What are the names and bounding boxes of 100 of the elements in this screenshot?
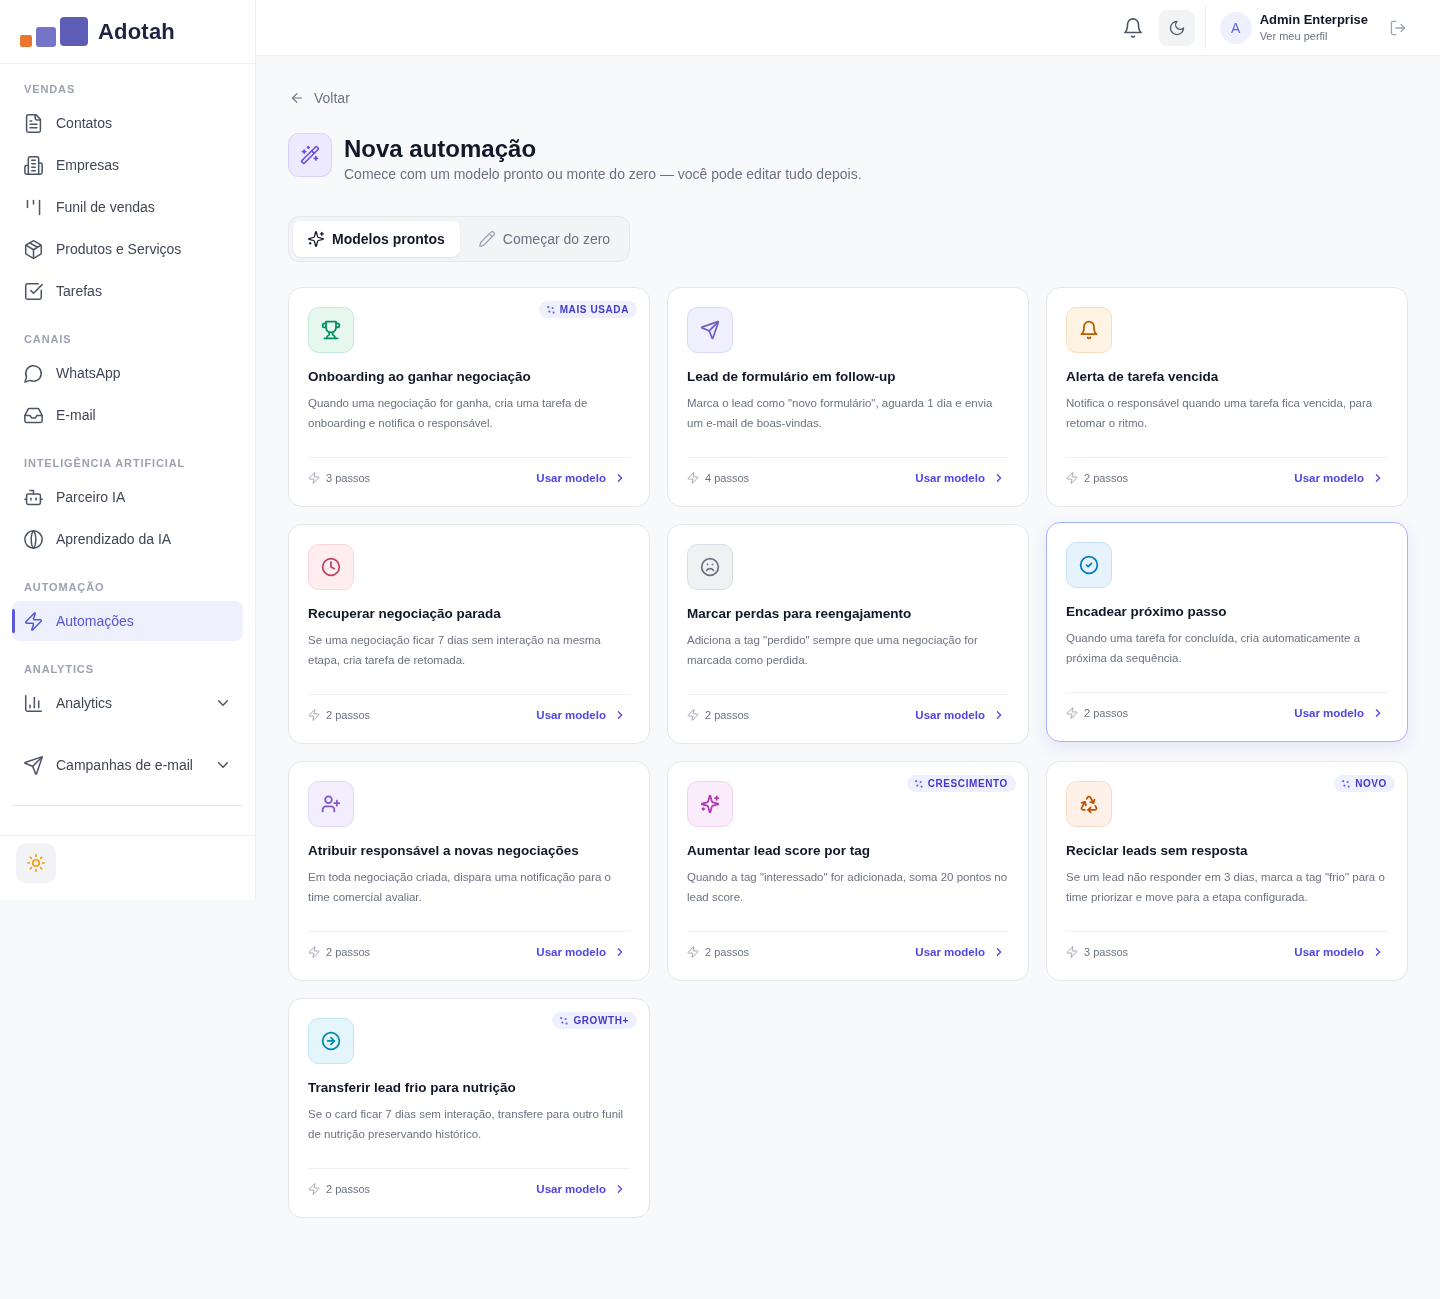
inbox-icon (24, 405, 43, 425)
nav-item[interactable]: Contatos (12, 103, 243, 143)
card-description: Marca o lead como "novo formulário", aguarda 1 dia e envia um e-mail de boas-vindas. (687, 396, 994, 431)
lightning-icon (308, 946, 320, 958)
lightning-icon (308, 1183, 320, 1195)
card-title: Encadear próximo passo (1066, 603, 1228, 621)
sparkles-icon (308, 231, 324, 247)
paper-plane-icon (24, 755, 43, 775)
page-subtitle: Comece com um modelo pronto ou monte do zero — você pode editar tudo depois. (344, 165, 862, 184)
badge-text: MAIS USADA (559, 304, 629, 315)
lightning-icon (1066, 946, 1078, 958)
card-description: Se um lead não responder em 3 dias, marca a tag "frio" para o time priorizar e move para a etapa configurada. (1066, 870, 1386, 905)
sparkle-icon (914, 779, 923, 788)
nav-item[interactable]: Tarefas (12, 271, 243, 311)
nav-item[interactable]: Analytics (12, 683, 243, 723)
building-icon (24, 155, 43, 175)
use-template-link[interactable]: Usar modelo (1294, 472, 1384, 484)
use-template-link[interactable]: Usar modelo (1294, 707, 1384, 719)
nav-item[interactable]: Automações (12, 601, 243, 641)
lightning-icon (24, 611, 43, 631)
card-description: Adiciona a tag "perdido" sempre que uma negociação for marcada como perdida. (687, 633, 979, 668)
bars-icon (24, 197, 43, 217)
step-count: 2 passos (705, 709, 750, 721)
section-heading: ANALYTICS (23, 662, 95, 677)
nav-item[interactable]: Parceiro IA (12, 477, 243, 517)
card-title: Transferir lead frio para nutrição (308, 1079, 517, 1097)
use-template-link[interactable]: Usar modelo (915, 946, 1005, 958)
card-title: Lead de formulário em follow-up (687, 368, 897, 386)
use-template-link[interactable]: Usar modelo (536, 472, 626, 484)
nav-item[interactable]: Aprendizado da IA (12, 519, 243, 559)
page-title: Nova automação (344, 134, 538, 164)
card-description: Quando uma negociação for ganha, cria uma tarefa de onboarding e notifica o responsável. (308, 396, 589, 431)
use-template-link[interactable]: Usar modelo (915, 472, 1005, 484)
robot-icon (24, 487, 43, 507)
card-description: Quando uma tarefa for concluída, cria automaticamente a próxima da sequência. (1066, 631, 1362, 666)
card-title: Recuperar negociação parada (308, 605, 502, 623)
step-count: 2 passos (326, 1183, 371, 1195)
nav-item[interactable]: Empresas (12, 145, 243, 185)
sparkle-icon (546, 305, 555, 314)
checkbox-icon (24, 281, 43, 301)
use-template-link[interactable]: Usar modelo (915, 709, 1005, 721)
user-name: Admin Enterprise (1259, 11, 1368, 28)
card-title: Alerta de tarefa vencida (1066, 368, 1220, 386)
tab[interactable]: Modelos prontos (293, 221, 460, 257)
dark-mode-button[interactable] (1158, 9, 1195, 46)
use-template-link[interactable]: Usar modelo (1294, 946, 1384, 958)
step-count: 2 passos (705, 946, 750, 958)
step-count: 4 passos (705, 472, 750, 484)
user-avatar[interactable]: A (1219, 11, 1252, 44)
use-template-link[interactable]: Usar modelo (536, 1183, 626, 1195)
card-title: Aumentar lead score por tag (687, 842, 872, 860)
step-count: 3 passos (1084, 946, 1129, 958)
back-link[interactable]: Voltar (288, 88, 350, 108)
lightning-icon (308, 709, 320, 721)
theme-toggle-button[interactable] (16, 843, 56, 883)
sparkle-icon (560, 1016, 569, 1025)
lightning-icon (687, 946, 699, 958)
lightning-icon (687, 472, 699, 484)
tab[interactable]: Começar do zero (463, 221, 626, 257)
package-icon (24, 239, 43, 259)
card-description: Se o card ficar 7 dias sem interação, transfere para outro funil de nutrição preservando histórico. (308, 1107, 625, 1142)
card-title: Reciclar leads sem resposta (1066, 842, 1249, 860)
bar-chart-icon (24, 693, 43, 713)
step-count: 2 passos (1084, 472, 1129, 484)
nav-item[interactable]: E-mail (12, 395, 243, 435)
card-description: Se uma negociação ficar 7 dias sem interação na mesma etapa, cria tarefa de retomada. (308, 633, 602, 668)
nav-item[interactable]: Produtos e Serviços (12, 229, 243, 269)
use-template-link[interactable]: Usar modelo (536, 946, 626, 958)
section-heading: VENDAS (23, 82, 77, 97)
lightning-icon (1066, 707, 1078, 719)
section-heading: INTELIGÊNCIA ARTIFICIAL (23, 456, 187, 471)
lightning-icon (1066, 472, 1078, 484)
bell-icon[interactable] (1122, 17, 1143, 38)
badge-text: CRESCIMENTO (927, 778, 1008, 789)
card-title: Atribuir responsável a novas negociações (308, 842, 580, 860)
logo-icon (20, 16, 88, 47)
sphere-icon (24, 529, 43, 549)
use-template-link[interactable]: Usar modelo (536, 709, 626, 721)
sun-icon (27, 854, 45, 872)
document-icon (24, 113, 43, 133)
nav-item[interactable]: Funil de vendas (12, 187, 243, 227)
section-heading: CANAIS (23, 332, 73, 347)
section-heading: AUTOMAÇÃO (23, 580, 106, 595)
nav-item[interactable]: WhatsApp (12, 353, 243, 393)
magic-wand-icon (288, 133, 332, 177)
lightning-icon (308, 472, 320, 484)
card-title: Onboarding ao ganhar negociação (308, 368, 532, 386)
card-title: Marcar perdas para reengajamento (687, 605, 913, 623)
card-description: Em toda negociação criada, dispara uma notificação para o time comercial avaliar. (308, 870, 612, 905)
sparkle-icon (1342, 779, 1351, 788)
profile-link[interactable]: Ver meu perfil (1259, 29, 1368, 44)
nav-item[interactable]: Campanhas de e-mail (12, 745, 243, 785)
moon-icon (1168, 19, 1185, 36)
card-description: Notifica o responsável quando uma tarefa fica vencida, para retomar o ritmo. (1066, 396, 1374, 431)
step-count: 3 passos (326, 472, 371, 484)
step-count: 2 passos (1084, 707, 1129, 719)
step-count: 2 passos (326, 946, 371, 958)
card-description: Quando a tag "interessado" for adicionada, soma 20 pontos no lead score. (687, 870, 1009, 905)
pencil-icon (478, 231, 495, 247)
brand-name: Adotah (98, 18, 175, 45)
